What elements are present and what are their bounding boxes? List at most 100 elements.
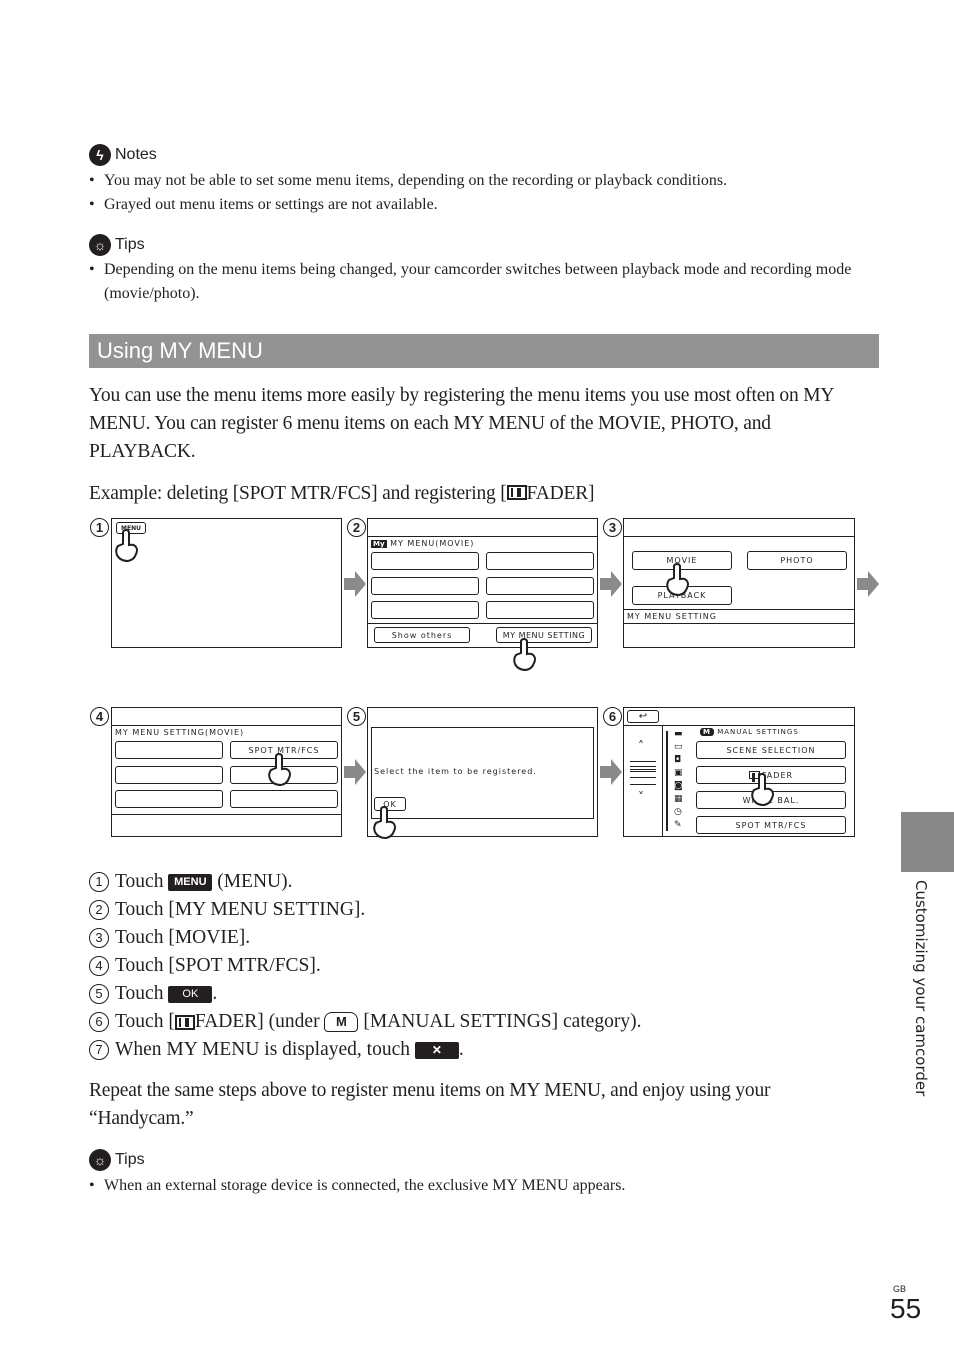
- manual-settings-label: MANUAL SETTINGS: [717, 728, 799, 736]
- dialog-message: Select the item to be registered.: [374, 767, 537, 776]
- ok-badge-icon: OK: [168, 985, 213, 1003]
- spot-mtr-fcs-item[interactable]: SPOT MTR/FCS: [696, 816, 846, 834]
- step-item: 7 When MY MENU is displayed, touch ✕ .: [89, 1036, 642, 1064]
- next-arrow-icon: [344, 571, 366, 597]
- tips-heading: ☼ Tips: [89, 234, 145, 256]
- my-badge-icon: My: [371, 540, 387, 548]
- manual-settings-m-icon: M: [324, 1012, 359, 1032]
- step-circle: 3: [89, 928, 109, 948]
- step-circle: 4: [89, 956, 109, 976]
- chapter-label: Customizing your camcorder: [912, 880, 930, 1097]
- step-text: When MY MENU is displayed, touch: [115, 1039, 410, 1060]
- scroll-handle[interactable]: [630, 766, 656, 778]
- note-text: You may not be able to set some menu ite…: [104, 172, 728, 189]
- my-menu-title: My MY MENU(MOVIE): [371, 539, 474, 548]
- step-text: Touch [SPOT MTR/FCS].: [115, 955, 321, 976]
- my-menu-slot[interactable]: [486, 601, 594, 619]
- my-menu-slot[interactable]: [115, 741, 223, 759]
- tip-item: • When an external storage device is conn…: [89, 1174, 859, 1198]
- my-menu-slot[interactable]: [371, 552, 479, 570]
- screen-5: Select the item to be registered. OK: [367, 707, 598, 837]
- manual-m-icon: M: [700, 728, 714, 736]
- my-menu-title-text: MY MENU(MOVIE): [390, 539, 475, 548]
- step-circle: 5: [89, 984, 109, 1004]
- media-category-icon[interactable]: ▦: [674, 793, 683, 805]
- tip-item: • Depending on the menu items being chang…: [89, 258, 859, 306]
- my-menu-slot[interactable]: [371, 577, 479, 595]
- screen-4: MY MENU SETTING(MOVIE) SPOT MTR/FCS: [111, 707, 342, 837]
- screen-2: My MY MENU(MOVIE) Show others MY MENU SE…: [367, 518, 598, 648]
- dialog-box: Select the item to be registered. OK: [371, 727, 594, 819]
- screen-6: ↩ ˄ ˅ ▬ ▭ ◘ ▣ ◙ ▦ ◷ ✎ M MANUAL SETTINGS …: [623, 707, 855, 837]
- step-circle: 7: [89, 1040, 109, 1060]
- my-menu-slot[interactable]: [486, 552, 594, 570]
- tips-label: Tips: [115, 236, 145, 253]
- scroll-down-button[interactable]: ˅: [638, 790, 645, 804]
- next-arrow-icon: [857, 571, 879, 597]
- playback-category-icon[interactable]: ▣: [674, 767, 683, 779]
- show-others-button[interactable]: Show others: [374, 627, 470, 643]
- tips-lightbulb-icon: ☼: [89, 234, 111, 256]
- step-circle: 1: [89, 872, 109, 892]
- my-menu-setting-movie-title: MY MENU SETTING(MOVIE): [115, 728, 245, 737]
- step-text: Touch: [115, 871, 164, 892]
- hand-pointer-icon: [751, 772, 774, 807]
- edit-category-icon[interactable]: ◙: [674, 780, 683, 792]
- others-category-icon[interactable]: ◷: [674, 806, 683, 818]
- step-item: 2 Touch [MY MENU SETTING].: [89, 896, 642, 924]
- tip-text: Depending on the menu items being change…: [104, 261, 852, 302]
- step-text: Touch [: [115, 1011, 175, 1032]
- hand-pointer-icon: [373, 805, 396, 840]
- step-list: 1 Touch MENU (MENU). 2 Touch [MY MENU SE…: [89, 868, 642, 1064]
- notes-heading: ϟ Notes: [89, 144, 157, 166]
- step-item: 5 Touch OK .: [89, 980, 642, 1008]
- scroll-up-button[interactable]: ˄: [638, 739, 645, 753]
- tips-heading: ☼ Tips: [89, 1149, 145, 1171]
- my-menu-slot[interactable]: [230, 790, 338, 808]
- manual-settings-category-icon[interactable]: ▬: [674, 728, 683, 740]
- step-item: 4 Touch [SPOT MTR/FCS].: [89, 952, 642, 980]
- step-item: 3 Touch [MOVIE].: [89, 924, 642, 952]
- tips-label: Tips: [115, 1151, 145, 1168]
- my-menu-slot[interactable]: [371, 601, 479, 619]
- step-text: Touch [MY MENU SETTING].: [115, 899, 366, 920]
- photo-category-icon[interactable]: ◘: [674, 754, 683, 766]
- my-menu-slot[interactable]: [486, 577, 594, 595]
- back-button[interactable]: ↩: [627, 710, 659, 723]
- next-arrow-icon: [600, 571, 622, 597]
- step-number-2: 2: [347, 518, 366, 537]
- page-number: 55: [890, 1293, 922, 1324]
- example-suffix: FADER]: [526, 483, 595, 504]
- step-item: 1 Touch MENU (MENU).: [89, 868, 642, 896]
- manual-settings-heading: M MANUAL SETTINGS: [700, 728, 799, 736]
- close-badge-icon: ✕: [414, 1041, 459, 1059]
- step-text: (MENU).: [217, 871, 293, 892]
- notes-label: Notes: [115, 146, 157, 163]
- step-text: FADER] (under: [194, 1011, 320, 1032]
- step-circle: 6: [89, 1012, 109, 1032]
- step-number-6: 6: [603, 707, 622, 726]
- movie-category-icon[interactable]: ▭: [674, 741, 683, 753]
- note-text: Grayed out menu items or settings are no…: [104, 196, 438, 213]
- step-circle: 2: [89, 900, 109, 920]
- step-text: .: [212, 983, 218, 1004]
- photo-button[interactable]: PHOTO: [747, 551, 847, 570]
- repeat-paragraph: Repeat the same steps above to register …: [89, 1080, 771, 1129]
- menu-badge-icon: MENU: [168, 873, 213, 891]
- my-menu-slot[interactable]: [115, 766, 223, 784]
- note-item: • You may not be able to set some menu it…: [89, 169, 859, 193]
- step-text: Touch [MOVIE].: [115, 927, 251, 948]
- section-title: Using MY MENU: [89, 334, 879, 368]
- step-number-3: 3: [603, 518, 622, 537]
- example-line: Example: deleting [SPOT MTR/FCS] and reg…: [89, 480, 879, 508]
- hand-pointer-icon: [268, 752, 291, 787]
- next-arrow-icon: [344, 759, 366, 785]
- hand-pointer-icon: [513, 637, 536, 672]
- scene-selection-item[interactable]: SCENE SELECTION: [696, 741, 846, 759]
- category-scrollbar[interactable]: [666, 731, 668, 831]
- settings-wrench-icon[interactable]: ✎: [674, 819, 683, 831]
- step-text: Touch: [115, 983, 164, 1004]
- step-number-5: 5: [347, 707, 366, 726]
- my-menu-slot[interactable]: [115, 790, 223, 808]
- hand-pointer-icon: [666, 562, 689, 597]
